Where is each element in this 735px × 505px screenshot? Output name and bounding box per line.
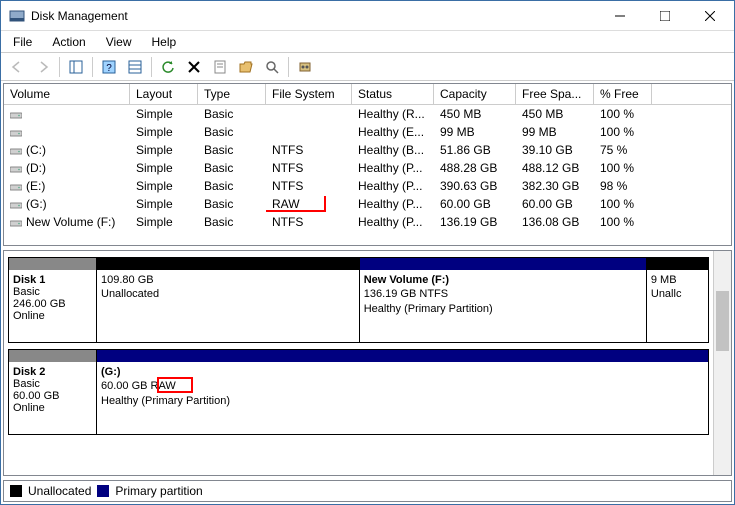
col-status[interactable]: Status <box>352 84 434 104</box>
menu-file[interactable]: File <box>5 33 40 51</box>
table-row[interactable]: (E:)SimpleBasicNTFSHealthy (P...390.63 G… <box>4 177 731 195</box>
properties-icon[interactable] <box>208 55 232 79</box>
disk-row: Disk 1Basic246.00 GBOnline109.80 GBUnall… <box>8 257 709 343</box>
legend-swatch-primary <box>97 485 109 497</box>
legend: Unallocated Primary partition <box>3 480 732 502</box>
vertical-scrollbar[interactable] <box>713 251 731 475</box>
app-icon <box>9 8 25 24</box>
partition[interactable]: 109.80 GBUnallocated <box>97 258 360 342</box>
volume-list-header: Volume Layout Type File System Status Ca… <box>4 84 731 105</box>
window-title: Disk Management <box>31 9 597 23</box>
col-pctfree[interactable]: % Free <box>594 84 652 104</box>
menu-view[interactable]: View <box>98 33 140 51</box>
scrollbar-thumb[interactable] <box>716 291 729 351</box>
find-icon[interactable] <box>260 55 284 79</box>
table-row[interactable]: New Volume (F:)SimpleBasicNTFSHealthy (P… <box>4 213 731 231</box>
disk-label[interactable]: Disk 2Basic60.00 GBOnline <box>8 349 96 435</box>
view-list-icon[interactable] <box>123 55 147 79</box>
table-row[interactable]: (C:)SimpleBasicNTFSHealthy (B...51.86 GB… <box>4 141 731 159</box>
table-row[interactable]: (G:)SimpleBasicRAWHealthy (P...60.00 GB6… <box>4 195 731 213</box>
svg-text:?: ? <box>106 63 112 74</box>
back-button <box>5 55 29 79</box>
legend-unallocated: Unallocated <box>28 484 91 498</box>
close-button[interactable] <box>687 2 732 30</box>
menu-action[interactable]: Action <box>44 33 93 51</box>
legend-primary: Primary partition <box>115 484 202 498</box>
col-volume[interactable]: Volume <box>4 84 130 104</box>
disk-row: Disk 2Basic60.00 GBOnline(G:)60.00 GB RA… <box>8 349 709 435</box>
table-row[interactable]: (D:)SimpleBasicNTFSHealthy (P...488.28 G… <box>4 159 731 177</box>
col-layout[interactable]: Layout <box>130 84 198 104</box>
col-capacity[interactable]: Capacity <box>434 84 516 104</box>
forward-button <box>31 55 55 79</box>
minimize-button[interactable] <box>597 2 642 30</box>
legend-swatch-unallocated <box>10 485 22 497</box>
settings-icon[interactable] <box>293 55 317 79</box>
titlebar: Disk Management <box>1 1 734 31</box>
col-filesystem[interactable]: File System <box>266 84 352 104</box>
table-row[interactable]: SimpleBasicHealthy (R...450 MB450 MB100 … <box>4 105 731 123</box>
refresh-icon[interactable] <box>156 55 180 79</box>
table-row[interactable]: SimpleBasicHealthy (E...99 MB99 MB100 % <box>4 123 731 141</box>
col-free[interactable]: Free Spa... <box>516 84 594 104</box>
partition[interactable]: (G:)60.00 GB RAWHealthy (Primary Partiti… <box>97 350 708 434</box>
toolbar: ? <box>1 53 734 81</box>
col-type[interactable]: Type <box>198 84 266 104</box>
partition[interactable]: 9 MBUnallc <box>647 258 708 342</box>
open-icon[interactable] <box>234 55 258 79</box>
cancel-icon[interactable] <box>182 55 206 79</box>
help-icon[interactable]: ? <box>97 55 121 79</box>
show-hide-tree-icon[interactable] <box>64 55 88 79</box>
disk-management-window: Disk Management File Action View Help ? … <box>0 0 735 505</box>
disk-graphical-pane: Disk 1Basic246.00 GBOnline109.80 GBUnall… <box>3 250 732 476</box>
menubar: File Action View Help <box>1 31 734 53</box>
maximize-button[interactable] <box>642 2 687 30</box>
disk-label[interactable]: Disk 1Basic246.00 GBOnline <box>8 257 96 343</box>
menu-help[interactable]: Help <box>144 33 185 51</box>
partition[interactable]: New Volume (F:)136.19 GB NTFSHealthy (Pr… <box>360 258 647 342</box>
volume-list: Volume Layout Type File System Status Ca… <box>3 83 732 246</box>
